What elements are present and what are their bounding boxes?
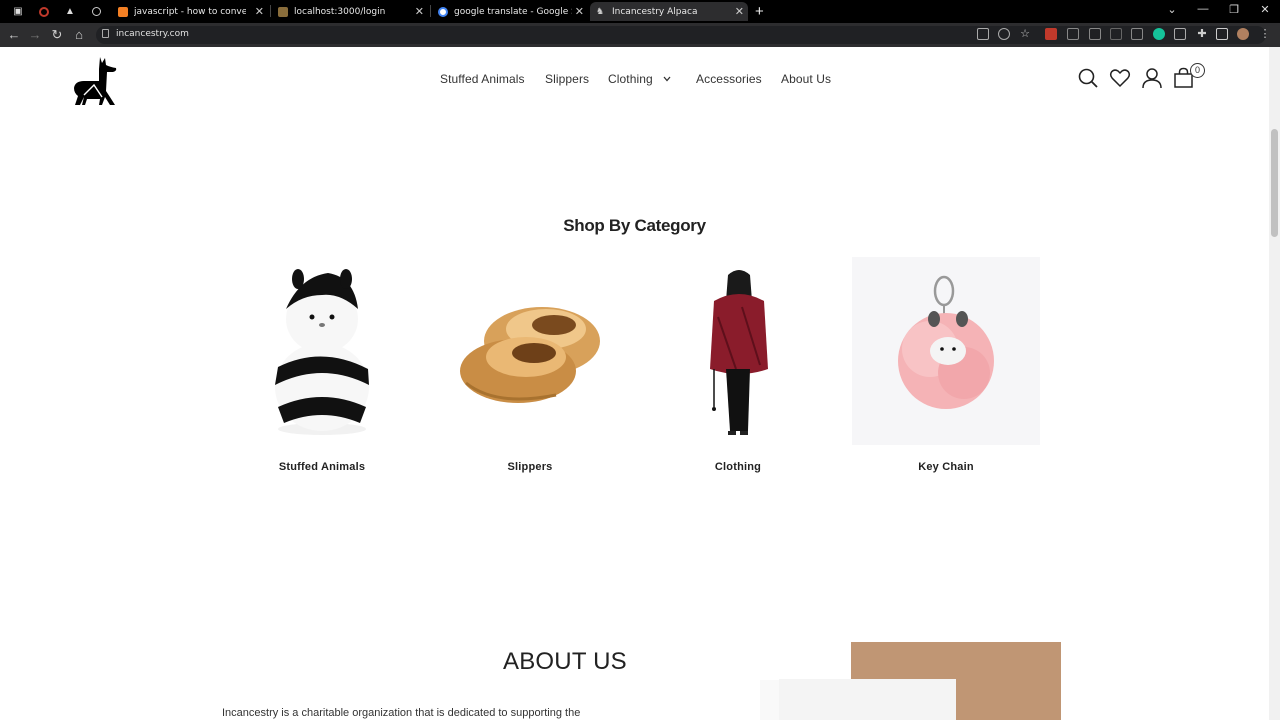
new-tab-button[interactable]: + [755, 3, 764, 20]
category-label[interactable]: Key Chain [852, 461, 1040, 473]
chevron-down-icon[interactable] [662, 74, 672, 84]
browser-tab[interactable]: google translate - Google Search ✕ [432, 2, 588, 21]
site-header: Stuffed Animals Slippers Clothing Access… [0, 47, 1269, 113]
about-heading: ABOUT US [503, 648, 627, 675]
slippers-image[interactable] [436, 257, 624, 445]
extension-icon[interactable] [1131, 28, 1143, 40]
nav-accessories[interactable]: Accessories [696, 72, 762, 86]
close-tab-icon[interactable]: ✕ [735, 5, 744, 18]
bookmark-star-icon[interactable]: ☆ [1019, 28, 1031, 40]
pinned-tab-3[interactable]: ▲ [60, 3, 80, 20]
extension-icon[interactable] [1110, 28, 1122, 40]
reload-button[interactable]: ↻ [49, 27, 65, 43]
category-card-stuffed-animals[interactable]: Stuffed Animals [228, 257, 416, 479]
about-description: Incancestry is a charitable organization… [222, 707, 581, 719]
extension-icon[interactable] [1174, 28, 1186, 40]
minimize-button[interactable]: — [1193, 3, 1213, 15]
category-label[interactable]: Clothing [644, 461, 832, 473]
cart-count-badge[interactable]: 0 [1190, 63, 1205, 78]
tab-search-icon[interactable]: ⌄ [1162, 3, 1182, 16]
browser-tab-strip: ▣ ▲ javascript - how to convert a file ✕… [0, 0, 1280, 23]
tab-title: google translate - Google Search [454, 6, 572, 17]
forward-button[interactable]: → [27, 27, 43, 42]
nav-about-us[interactable]: About Us [781, 72, 831, 86]
scrollbar-thumb[interactable] [1271, 129, 1278, 237]
category-label[interactable]: Slippers [436, 461, 624, 473]
browser-toolbar: ← → ↻ ⌂ incancestry.com ☆ ✚ ⋮ [0, 23, 1280, 47]
llama-favicon-icon: ♞ [596, 6, 605, 17]
close-window-button[interactable]: ✕ [1255, 3, 1275, 16]
keychain-image[interactable] [852, 257, 1040, 445]
nav-stuffed-animals[interactable]: Stuffed Animals [440, 72, 525, 86]
category-label[interactable]: Stuffed Animals [228, 461, 416, 473]
category-card-key-chain[interactable]: Key Chain [852, 257, 1040, 479]
search-icon[interactable] [1077, 67, 1099, 89]
browser-menu-icon[interactable]: ⋮ [1259, 28, 1271, 40]
close-tab-icon[interactable]: ✕ [415, 5, 424, 18]
share-icon[interactable] [998, 28, 1010, 40]
google-icon [438, 6, 448, 17]
browser-tab[interactable]: javascript - how to convert a file ✕ [112, 2, 268, 21]
grammarly-icon[interactable] [1153, 28, 1165, 40]
pinned-tab-1[interactable]: ▣ [8, 3, 28, 20]
browser-tab-active[interactable]: ♞ Incancestry Alpaca ✕ [590, 2, 748, 21]
nav-clothing[interactable]: Clothing [608, 72, 653, 86]
extension-icon[interactable] [1067, 28, 1079, 40]
category-card-slippers[interactable]: Slippers [436, 257, 624, 479]
extension-icon[interactable] [1089, 28, 1101, 40]
close-tab-icon[interactable]: ✕ [255, 5, 264, 18]
section-title: Shop By Category [563, 216, 706, 235]
home-button[interactable]: ⌂ [71, 27, 87, 42]
profile-avatar[interactable] [1237, 28, 1249, 40]
nav-slippers[interactable]: Slippers [545, 72, 589, 86]
wishlist-heart-icon[interactable] [1109, 67, 1131, 89]
stuffed-alpaca-image[interactable] [228, 257, 416, 445]
category-card-clothing[interactable]: Clothing [644, 257, 832, 479]
url-text[interactable]: incancestry.com [116, 29, 189, 39]
tab-separator [430, 5, 431, 17]
tab-title: javascript - how to convert a file [134, 6, 246, 17]
tab-favicon [118, 6, 128, 17]
back-button[interactable]: ← [6, 27, 22, 42]
side-panel-icon[interactable] [1216, 28, 1228, 40]
restore-button[interactable]: ❐ [1224, 3, 1244, 16]
extensions-puzzle-icon[interactable]: ✚ [1196, 28, 1208, 40]
tab-favicon [278, 6, 288, 17]
tab-separator [270, 5, 271, 17]
tab-title: Incancestry Alpaca [612, 6, 698, 17]
pinned-tab-4[interactable] [86, 3, 106, 20]
tab-title: localhost:3000/login [294, 6, 386, 17]
close-tab-icon[interactable]: ✕ [575, 5, 584, 18]
account-user-icon[interactable] [1141, 67, 1163, 89]
pinned-tab-2[interactable] [34, 3, 54, 20]
page-scrollbar[interactable] [1269, 47, 1280, 720]
llama-logo-icon[interactable] [72, 55, 120, 107]
extension-icon[interactable] [1045, 28, 1057, 40]
poncho-model-image[interactable] [644, 257, 832, 445]
browser-tab[interactable]: localhost:3000/login ✕ [272, 2, 428, 21]
about-photo [779, 679, 956, 720]
lock-icon[interactable] [102, 29, 109, 38]
about-photo-shadow [760, 680, 780, 720]
translate-icon[interactable] [977, 28, 989, 40]
